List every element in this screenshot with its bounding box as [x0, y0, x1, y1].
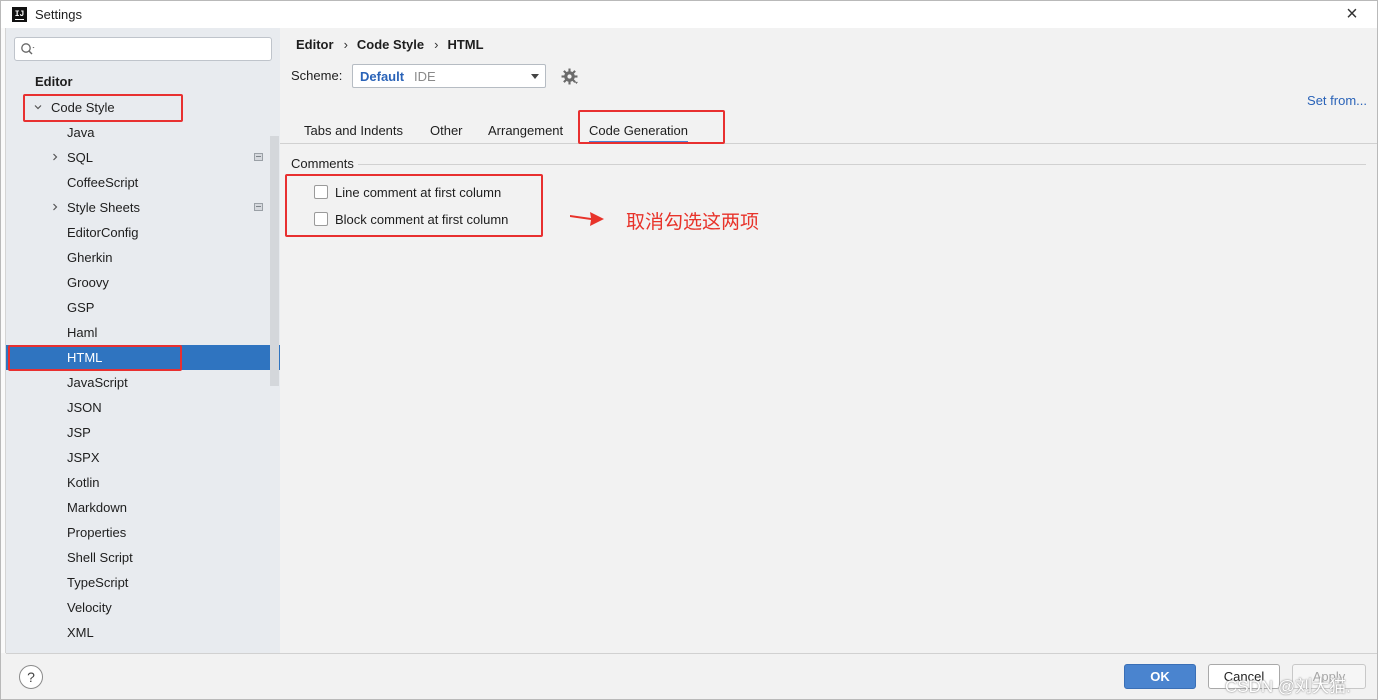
search-icon	[21, 43, 35, 55]
sidebar-item-java[interactable]: Java	[6, 120, 280, 145]
sidebar-item-markdown[interactable]: Markdown	[6, 495, 280, 520]
sidebar-item-properties[interactable]: Properties	[6, 520, 280, 545]
sidebar-item-editorconfig[interactable]: EditorConfig	[6, 220, 280, 245]
breadcrumb-separator-icon: ›	[434, 37, 439, 52]
gear-icon[interactable]	[561, 68, 578, 85]
sidebar-item-label: Markdown	[67, 500, 127, 515]
scheme-scope: IDE	[414, 69, 436, 84]
ok-button[interactable]: OK	[1124, 664, 1196, 689]
close-button[interactable]: ×	[1341, 3, 1363, 25]
sidebar-item-label: Java	[67, 125, 95, 140]
chevron-right-icon[interactable]	[51, 153, 59, 161]
comments-group-title: Comments	[291, 156, 358, 171]
sidebar-item-label: JSP	[67, 425, 91, 440]
dropdown-arrow-icon	[531, 74, 539, 79]
sidebar-item-typescript[interactable]: TypeScript	[6, 570, 280, 595]
settings-main-panel: Editor › Code Style › HTML Scheme: Defau…	[280, 28, 1377, 653]
tab-arrangement[interactable]: Arrangement	[488, 120, 563, 144]
annotation-box-html	[8, 345, 182, 371]
sidebar-item-jsp[interactable]: JSP	[6, 420, 280, 445]
tab-tabs-and-indents[interactable]: Tabs and Indents	[304, 120, 403, 144]
tab-other[interactable]: Other	[430, 120, 463, 144]
sidebar-item-label: Kotlin	[67, 475, 100, 490]
sidebar-item-label: GSP	[67, 300, 95, 315]
sidebar-item-jspx[interactable]: JSPX	[6, 445, 280, 470]
sidebar-item-coffeescript[interactable]: CoffeeScript	[6, 170, 280, 195]
sidebar-item-kotlin[interactable]: Kotlin	[6, 470, 280, 495]
sidebar-item-label: JSPX	[67, 450, 100, 465]
arrow-right-icon	[570, 212, 604, 226]
sidebar-item-label: SQL	[67, 150, 94, 165]
sidebar-item-label: JSON	[67, 400, 102, 415]
sidebar-item-groovy[interactable]: Groovy	[6, 270, 280, 295]
settings-window: IJ Settings × Editor Code Style Java SQL C…	[0, 0, 1378, 700]
title-bar: IJ Settings ×	[1, 1, 1377, 28]
sidebar-item-label: JavaScript	[67, 375, 128, 390]
breadcrumb-code-style[interactable]: Code Style	[357, 37, 424, 52]
annotation-box-code-generation	[578, 110, 725, 144]
sidebar-item-style-sheets[interactable]: Style Sheets	[6, 195, 280, 220]
set-from-link[interactable]: Set from...	[1307, 93, 1367, 108]
settings-search[interactable]	[14, 37, 272, 61]
window-title: Settings	[35, 7, 82, 22]
scheme-name: Default	[360, 69, 405, 84]
breadcrumb-html: HTML	[447, 37, 484, 52]
tab-divider	[280, 143, 1377, 144]
dialog-footer: ? OK Cancel Apply	[6, 653, 1377, 699]
help-button[interactable]: ?	[19, 665, 43, 689]
breadcrumb: Editor › Code Style › HTML	[296, 37, 484, 52]
close-icon: ×	[1346, 3, 1358, 25]
scheme-dropdown[interactable]: Default IDE	[352, 64, 546, 88]
sidebar-item-gherkin[interactable]: Gherkin	[6, 245, 280, 270]
breadcrumb-editor[interactable]: Editor	[296, 37, 334, 52]
comments-group-divider	[358, 164, 1366, 165]
sidebar-item-label: Velocity	[67, 600, 112, 615]
breadcrumb-separator-icon: ›	[343, 37, 348, 52]
chevron-right-icon[interactable]	[51, 203, 59, 211]
annotation-box-code-style	[23, 94, 183, 122]
sidebar-item-label: EditorConfig	[67, 225, 139, 240]
sidebar-item-label: Properties	[67, 525, 127, 540]
annotation-text: 取消勾选这两项	[626, 212, 760, 233]
scheme-label: Scheme:	[291, 68, 343, 83]
sidebar-scrollbar[interactable]	[270, 136, 279, 386]
sidebar-item-label: Shell Script	[67, 550, 133, 565]
help-icon: ?	[27, 669, 35, 685]
sidebar-item-haml[interactable]: Haml	[6, 320, 280, 345]
project-settings-icon	[254, 153, 263, 161]
sidebar-item-xml[interactable]: XML	[6, 620, 280, 645]
csdn-watermark: CSDN @刘大猫.	[1225, 677, 1351, 696]
sidebar-item-label: Gherkin	[67, 250, 113, 265]
sidebar-item-sql[interactable]: SQL	[6, 145, 280, 170]
sidebar-item-gsp[interactable]: GSP	[6, 295, 280, 320]
sidebar-item-label: XML	[67, 625, 94, 640]
sidebar-item-javascript[interactable]: JavaScript	[6, 370, 280, 395]
sidebar-item-velocity[interactable]: Velocity	[6, 595, 280, 620]
intellij-app-icon: IJ	[12, 7, 27, 22]
sidebar-item-label: Groovy	[67, 275, 109, 290]
search-input[interactable]	[39, 40, 267, 58]
sidebar-item-shell-script[interactable]: Shell Script	[6, 545, 280, 570]
sidebar-item-label: Haml	[67, 325, 98, 340]
annotation-box-comment-options	[285, 174, 543, 237]
sidebar-item-label: TypeScript	[67, 575, 129, 590]
sidebar-item-json[interactable]: JSON	[6, 395, 280, 420]
sidebar-item-label: CoffeeScript	[67, 175, 139, 190]
sidebar-section-editor[interactable]: Editor	[35, 74, 73, 89]
project-settings-icon	[254, 203, 263, 211]
sidebar-item-label: Style Sheets	[67, 200, 140, 215]
